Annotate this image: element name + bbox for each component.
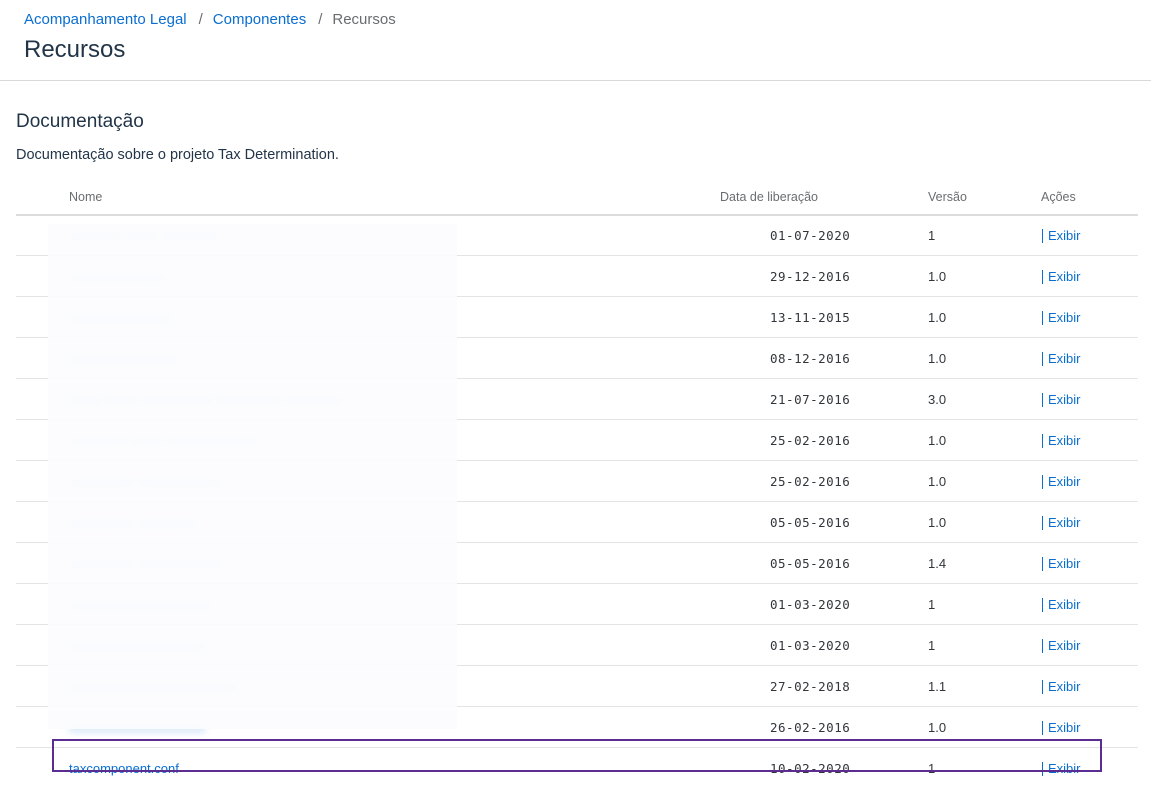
action-cell: Exibir [1042,556,1081,571]
version: 1.0 [928,720,947,735]
view-link[interactable]: Exibir [1048,515,1081,530]
action-divider [1042,761,1043,776]
release-date: 25-02-2016 [770,433,851,448]
view-link[interactable]: Exibir [1048,761,1081,776]
release-date: 29-12-2016 [770,269,851,284]
action-cell: Exibir [1042,474,1081,489]
view-link[interactable]: Exibir [1048,351,1081,366]
table-header: Nome Data de liberação Versão Ações [16,186,1138,216]
view-link[interactable]: Exibir [1048,392,1081,407]
page-title: Recursos [24,36,126,63]
column-header-actions: Ações [1041,190,1076,204]
version: 1 [928,597,936,612]
view-link[interactable]: Exibir [1048,638,1081,653]
action-divider [1042,679,1043,694]
version: 1.0 [928,474,947,489]
view-link[interactable]: Exibir [1048,556,1081,571]
action-divider [1042,597,1043,612]
action-divider [1042,228,1043,243]
action-cell: Exibir [1042,269,1081,284]
breadcrumb-link-componentes[interactable]: Componentes [213,11,306,28]
action-divider [1042,638,1043,653]
action-cell: Exibir [1042,720,1081,735]
view-link[interactable]: Exibir [1048,597,1081,612]
table-row: taxcomponent.conf 10-02-2020 1 Exibir [16,748,1138,788]
version: 1 [928,228,936,243]
version: 1.0 [928,515,947,530]
release-date: 01-03-2020 [770,638,851,653]
section-description: Documentação sobre o projeto Tax Determi… [16,147,339,163]
release-date: 25-02-2016 [770,474,851,489]
version: 1.4 [928,556,947,571]
redaction-overlay [48,224,457,729]
release-date: 05-05-2016 [770,556,851,571]
column-header-date: Data de liberação [720,190,818,204]
release-date: 10-02-2020 [770,761,851,776]
view-link[interactable]: Exibir [1048,269,1081,284]
view-link[interactable]: Exibir [1048,679,1081,694]
action-cell: Exibir [1042,679,1081,694]
action-cell: Exibir [1042,515,1081,530]
action-divider [1042,310,1043,325]
view-link[interactable]: Exibir [1048,310,1081,325]
view-link[interactable]: Exibir [1048,228,1081,243]
release-date: 13-11-2015 [770,310,851,325]
action-cell: Exibir [1042,392,1081,407]
action-divider [1042,392,1043,407]
view-link[interactable]: Exibir [1048,720,1081,735]
version: 1.0 [928,310,947,325]
breadcrumb-link-acompanhamento-legal[interactable]: Acompanhamento Legal [24,11,187,28]
action-divider [1042,474,1043,489]
action-divider [1042,515,1043,530]
version: 1 [928,638,936,653]
action-divider [1042,269,1043,284]
page-header: Acompanhamento Legal / Componentes / Rec… [0,0,1151,81]
version: 1.0 [928,351,947,366]
action-cell: Exibir [1042,761,1081,776]
release-date: 01-07-2020 [770,228,851,243]
action-divider [1042,433,1043,448]
release-date: 21-07-2016 [770,392,851,407]
action-cell: Exibir [1042,228,1081,243]
action-divider [1042,720,1043,735]
view-link[interactable]: Exibir [1048,474,1081,489]
document-name-link[interactable]: taxcomponent.conf [69,761,179,776]
version: 1.1 [928,679,947,694]
release-date: 27-02-2018 [770,679,851,694]
breadcrumb-separator: / [318,11,323,28]
version: 1.0 [928,433,947,448]
action-divider [1042,556,1043,571]
version: 3.0 [928,392,947,407]
release-date: 05-05-2016 [770,515,851,530]
view-link[interactable]: Exibir [1048,433,1081,448]
release-date: 01-03-2020 [770,597,851,612]
column-header-name: Nome [69,190,103,204]
section-title: Documentação [16,111,144,132]
action-cell: Exibir [1042,433,1081,448]
action-divider [1042,351,1043,366]
release-date: 08-12-2016 [770,351,851,366]
version: 1.0 [928,269,947,284]
release-date: 26-02-2016 [770,720,851,735]
breadcrumb: Acompanhamento Legal / Componentes / Rec… [24,11,396,28]
action-cell: Exibir [1042,597,1081,612]
action-cell: Exibir [1042,638,1081,653]
breadcrumb-current: Recursos [332,11,396,28]
version: 1 [928,761,936,776]
action-cell: Exibir [1042,310,1081,325]
action-cell: Exibir [1042,351,1081,366]
column-header-version: Versão [928,190,967,204]
breadcrumb-separator: / [198,11,203,28]
